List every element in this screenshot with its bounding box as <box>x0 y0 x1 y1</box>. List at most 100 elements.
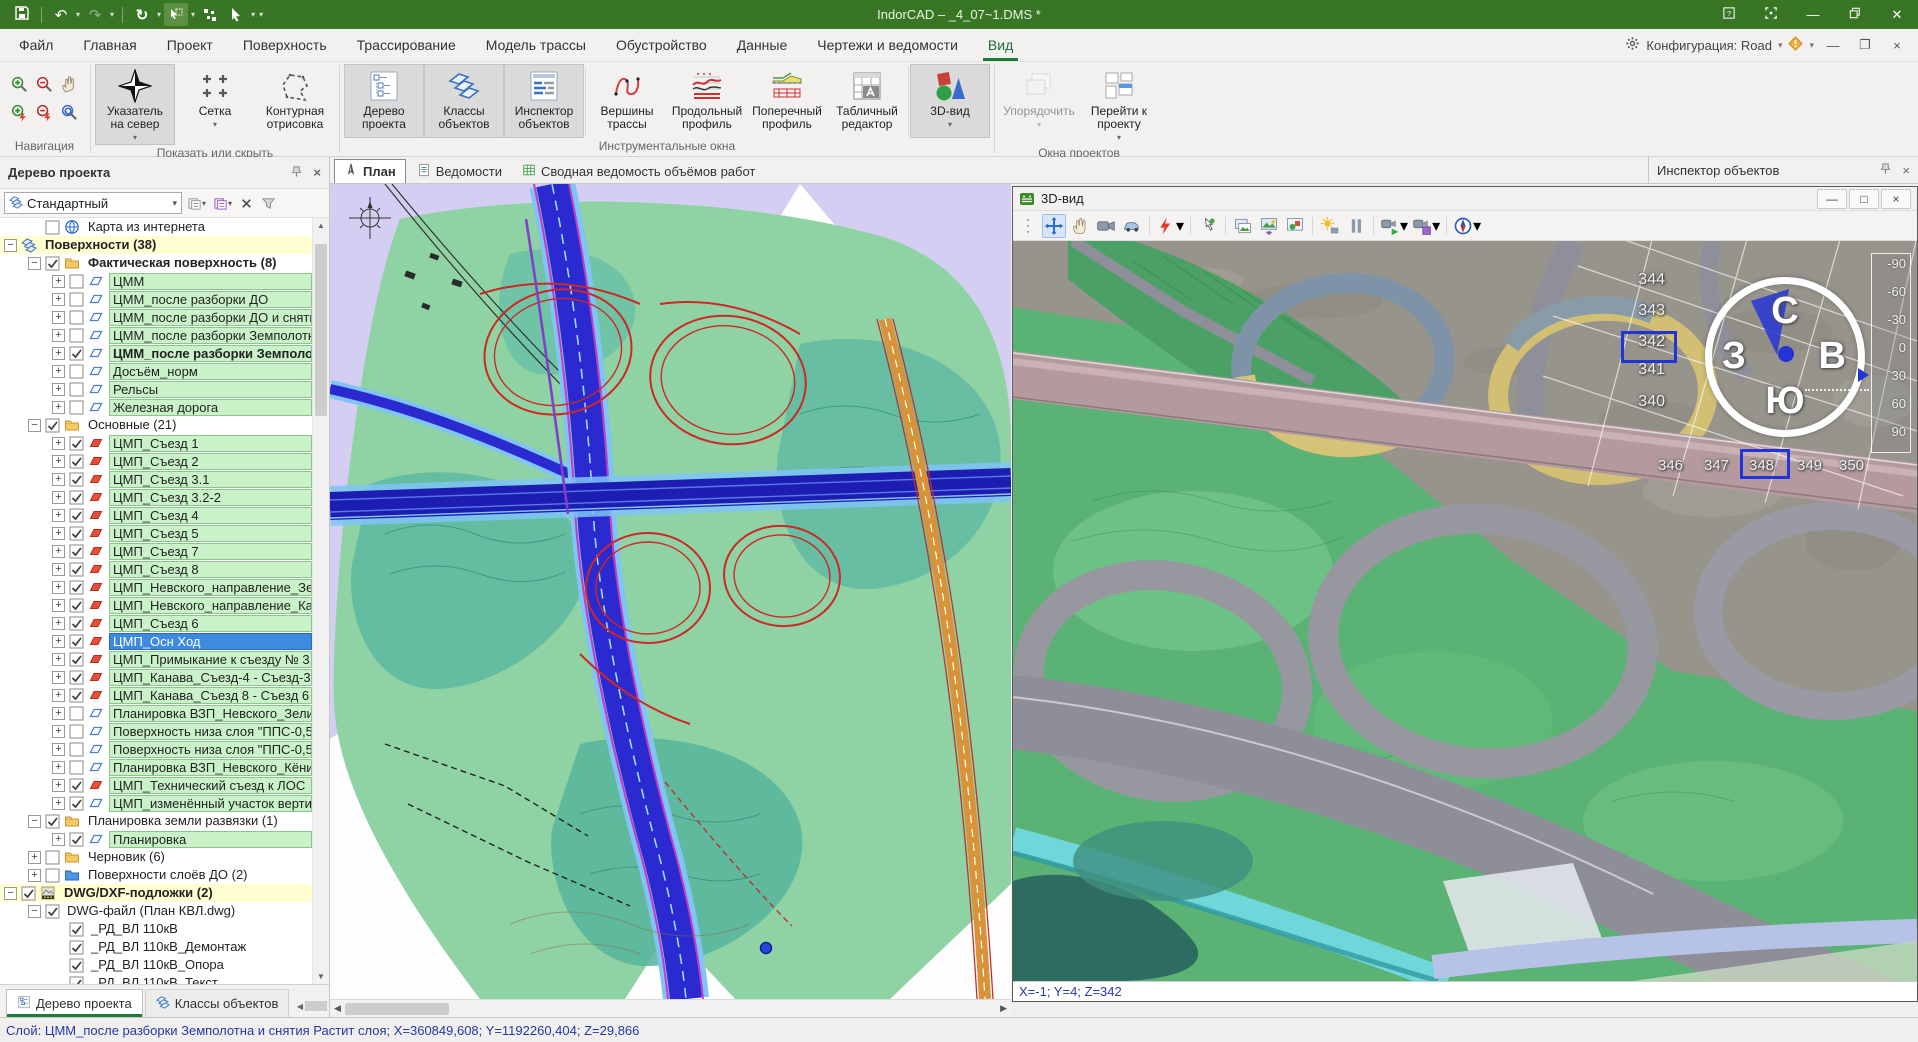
checkbox[interactable] <box>69 688 84 703</box>
checkbox[interactable] <box>21 886 36 901</box>
object-snap-button[interactable] <box>198 3 222 26</box>
checkbox[interactable] <box>69 652 84 667</box>
checkbox[interactable] <box>45 220 60 235</box>
tree-item-label[interactable]: ЦММ_после разборки ДО и снятия Ра… <box>109 309 312 326</box>
sun-camera-button[interactable] <box>1318 214 1342 238</box>
checkbox[interactable] <box>69 562 84 577</box>
tree-item-label[interactable]: Поверхность низа слоя "ППС-0,5_уши… <box>109 741 312 758</box>
expander-icon[interactable]: − <box>28 815 41 828</box>
route-vertices-button[interactable]: Вершины трассы <box>587 64 667 138</box>
tree-item-label[interactable]: ЦМП_Съезд 4 <box>109 507 312 524</box>
gear-icon[interactable] <box>1625 36 1640 54</box>
expander-icon[interactable]: + <box>52 617 65 630</box>
tree-item-label[interactable]: Основные (21) <box>85 417 312 434</box>
cursor-button[interactable] <box>224 3 248 26</box>
expander-icon[interactable]: + <box>52 743 65 756</box>
tree-item-label[interactable]: ЦМП_Съезд 3.2-2 <box>109 489 312 506</box>
chevron-down-icon[interactable]: ▾ <box>191 10 195 19</box>
checkbox[interactable] <box>45 256 60 271</box>
zoom-out-fast-button[interactable] <box>35 103 54 127</box>
checkbox[interactable] <box>69 598 84 613</box>
checkbox[interactable] <box>69 328 84 343</box>
tree-item-label[interactable]: DWG/DXF-подложки (2) <box>61 885 312 902</box>
expander-icon[interactable]: + <box>52 509 65 522</box>
menu-tab[interactable]: Трассирование <box>342 29 471 61</box>
north-pointer-button[interactable]: Указатель на север▾ <box>95 64 175 145</box>
menu-tab[interactable]: Вид <box>973 29 1028 61</box>
minimize-button[interactable]: — <box>1817 189 1847 209</box>
configuration-label[interactable]: Конфигурация: Road <box>1646 38 1772 53</box>
tree-item-label[interactable]: DWG-файл (План КВЛ.dwg) <box>64 903 312 920</box>
expander-icon[interactable]: + <box>52 779 65 792</box>
tree-item-label[interactable]: ЦМП_Съезд 8 <box>109 561 312 578</box>
checkbox[interactable] <box>45 850 60 865</box>
expander-icon[interactable]: + <box>52 311 65 324</box>
tree-item-label[interactable]: _РД_ВЛ 110кВ_Демонтаж <box>88 939 312 956</box>
tree-item-label[interactable]: ЦМП_изменённый участок вертикалки <box>109 795 312 812</box>
expander-icon[interactable]: + <box>28 851 41 864</box>
project-tree-button[interactable]: Дерево проекта <box>344 64 424 138</box>
tree-item-label[interactable]: Поверхности слоёв ДО (2) <box>85 867 312 884</box>
checkbox[interactable] <box>69 436 84 451</box>
tree-item-label[interactable]: Поверхности (38) <box>42 237 312 254</box>
pause-button[interactable] <box>1344 214 1368 238</box>
help-button[interactable]: ? <box>1708 0 1750 29</box>
compass-widget[interactable]: С Ю З В <box>1705 277 1865 437</box>
checkbox[interactable] <box>69 292 84 307</box>
checkbox[interactable] <box>69 616 84 631</box>
view3d-canvas[interactable]: 344343342341340346347348349350 С Ю З В -… <box>1013 241 1917 981</box>
checkbox[interactable] <box>45 814 60 829</box>
refresh-button[interactable]: ↻ <box>130 3 154 26</box>
chevron-down-icon[interactable]: ▾ <box>1809 40 1814 51</box>
expander-icon[interactable]: − <box>4 887 17 900</box>
camera-drive-button[interactable] <box>1094 214 1118 238</box>
expander-icon[interactable]: + <box>52 383 65 396</box>
expander-icon[interactable]: + <box>52 653 65 666</box>
menu-tab[interactable]: Файл <box>4 29 68 61</box>
save-button[interactable] <box>10 3 34 26</box>
compass-3d-button[interactable]: ▾ <box>1452 214 1482 238</box>
checkbox[interactable] <box>69 940 84 955</box>
lighting-button[interactable]: ▾ <box>1155 214 1185 238</box>
tree-item-label[interactable]: Поверхность низа слоя "ППС-0,5_уши… <box>109 723 312 740</box>
scroll-left-icon[interactable]: ◀ <box>330 1003 345 1014</box>
checkbox[interactable] <box>45 904 60 919</box>
tree-item-label[interactable]: ЦМП_Съезд 7 <box>109 543 312 560</box>
scroll-up-icon[interactable]: ▲ <box>313 218 329 233</box>
tree-item-label[interactable]: ЦМП_Съезд 3.1 <box>109 471 312 488</box>
doc-restore-button[interactable]: ❐ <box>1852 37 1878 53</box>
tree-item-label[interactable]: ЦМП_Осн Ход <box>109 633 312 650</box>
checkbox[interactable] <box>69 760 84 775</box>
tree-horizontal-scrollbar[interactable]: ◀ <box>295 999 327 1013</box>
checkbox[interactable] <box>69 796 84 811</box>
checkbox[interactable] <box>69 400 84 415</box>
tree-item-label[interactable]: Карта из интернета <box>85 219 312 236</box>
expander-icon[interactable]: − <box>4 239 17 252</box>
tree-item-label[interactable]: _РД_ВЛ 110кВ_Текст <box>88 975 312 985</box>
checkbox[interactable] <box>69 454 84 469</box>
close-button[interactable]: × <box>1881 189 1911 209</box>
pin-icon[interactable] <box>290 165 303 181</box>
tree-item-label[interactable]: Черновик (6) <box>85 849 312 866</box>
tree-item-label[interactable]: ЦМП_Съезд 5 <box>109 525 312 542</box>
checkbox[interactable] <box>69 508 84 523</box>
checkbox[interactable] <box>69 724 84 739</box>
close-icon[interactable]: × <box>1902 163 1910 178</box>
scroll-thumb[interactable] <box>345 1003 449 1015</box>
tree-item-label[interactable]: ЦМП_Съезд 6 <box>109 615 312 632</box>
expander-icon[interactable]: + <box>52 527 65 540</box>
tree-item-label[interactable]: Планировка ВЗП_Невского_Кёниг <box>109 759 312 776</box>
scroll-thumb[interactable] <box>315 244 327 416</box>
tree-item-label[interactable]: ЦММ_после разборки ДО <box>109 291 312 308</box>
tree-item-label[interactable]: ЦММ <box>109 273 312 290</box>
checkbox[interactable] <box>69 346 84 361</box>
menu-tab[interactable]: Данные <box>722 29 803 61</box>
tree-vertical-scrollbar[interactable]: ▲ ▼ <box>312 218 329 984</box>
zoom-out-button[interactable] <box>35 75 54 99</box>
expander-icon[interactable]: + <box>52 833 65 846</box>
scroll-right-icon[interactable]: ▶ <box>996 1003 1011 1014</box>
expander-icon[interactable]: + <box>52 797 65 810</box>
long-profile-button[interactable]: Продольный профиль <box>667 64 747 138</box>
checkbox[interactable] <box>45 418 60 433</box>
doc-tab-volumes[interactable]: Сводная ведомость объёмов работ <box>513 159 764 183</box>
